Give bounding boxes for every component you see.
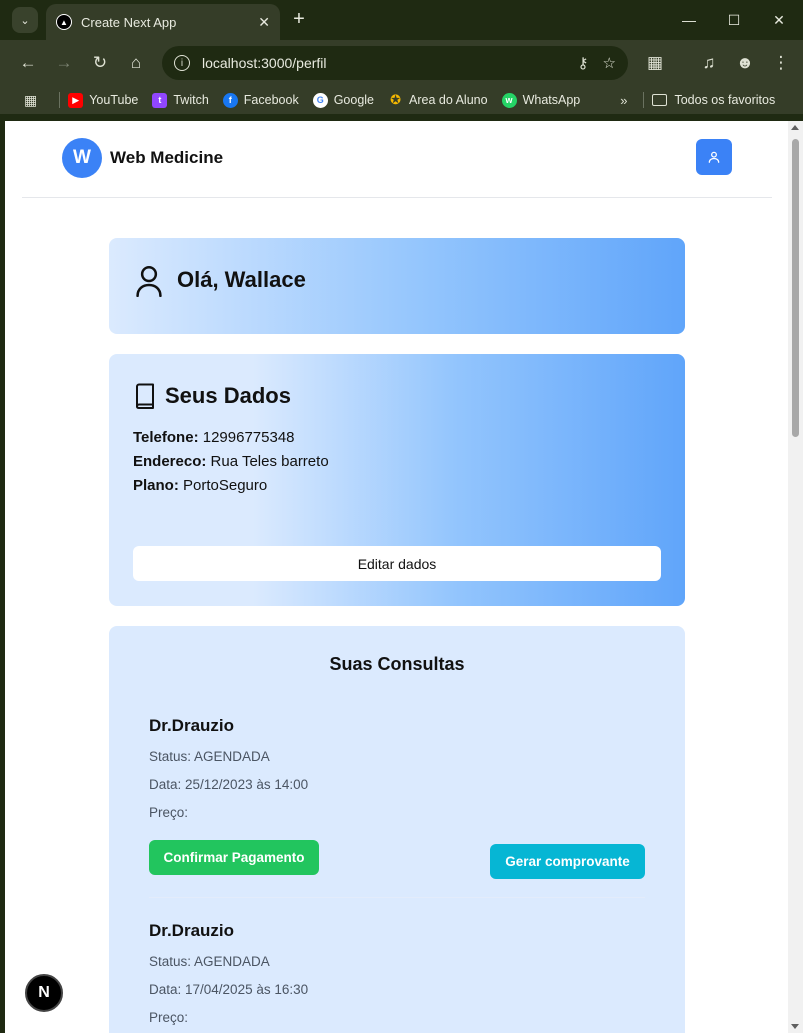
consultation-date: Data: 25/12/2023 às 14:00 [149,777,309,792]
bookmarks-bar: ▦ ▶ YouTube t Twitch f Facebook G Google… [0,86,803,114]
browser-tab-strip: ⌄ ▲ Create Next App ✕ + — ☐ ✕ [0,0,803,40]
star-icon: ✪ [390,92,401,107]
consultation-divider [149,897,645,898]
facebook-icon: f [222,92,238,108]
profile-button[interactable] [696,139,732,175]
greeting-text: Olá, Wallace [177,267,306,292]
google-icon: G [312,92,328,108]
password-key-icon[interactable]: ⚷ [578,54,589,72]
address-value: Rua Teles barreto [210,453,329,470]
site-info-icon[interactable]: i [174,55,190,71]
plan-value: PortoSeguro [183,477,268,494]
all-bookmarks-folder[interactable]: Todos os favoritos [652,93,775,107]
tab-search-button[interactable]: ⌄ [12,7,38,33]
scroll-thumb[interactable] [792,139,799,437]
bookmark-twitch[interactable]: t Twitch [152,92,209,108]
bookmark-area-do-aluno[interactable]: ✪ Area do Aluno [388,92,488,108]
reload-icon[interactable]: ↻ [88,51,112,75]
page-scrollbar[interactable] [788,121,803,1033]
bookmark-whatsapp[interactable]: w WhatsApp [501,92,581,108]
forward-arrow-icon[interactable]: → [52,51,76,75]
extensions-icon[interactable]: ▦ [643,51,667,75]
scroll-down-arrow-icon[interactable] [791,1024,799,1029]
folder-label: Todos os favoritos [674,93,776,107]
bookmark-youtube[interactable]: ▶ YouTube [68,92,139,108]
user-icon [708,151,720,163]
user-icon [136,266,162,297]
nextjs-dev-badge[interactable]: N [25,974,63,1012]
profile-data-card: Seus Dados Telefone: 12996775348 Enderec… [109,354,685,606]
bookmarks-divider [643,92,645,108]
phone-row: Telefone: 12996775348 [133,429,295,446]
bookmark-label: Facebook [243,93,299,107]
bookmark-label: Google [333,93,375,107]
folder-icon [652,94,668,106]
logo-badge[interactable]: W [62,138,102,178]
close-tab-icon[interactable]: ✕ [258,14,270,31]
browser-toolbar: ← → ↻ ⌂ i localhost:3000/perfil ⚷ ☆ ▦ ♫ … [0,40,803,86]
nextjs-favicon-icon: ▲ [56,14,72,30]
page-viewport: W Web Medicine Olá, Wallace Seus Dados T… [5,121,788,1033]
consultation-status: Status: AGENDADA [149,954,270,969]
new-tab-button[interactable]: + [288,8,310,31]
generate-receipt-button[interactable]: Gerar comprovante [490,844,645,879]
bookmark-label: WhatsApp [522,93,581,107]
bookmark-facebook[interactable]: f Facebook [222,92,299,108]
bookmark-google[interactable]: G Google [312,92,375,108]
confirm-payment-button[interactable]: Confirmar Pagamento [149,840,319,875]
consultation-price: Preço: [149,805,189,820]
home-icon[interactable]: ⌂ [124,51,148,75]
url-text[interactable]: localhost:3000/perfil [202,55,564,71]
app-header: W Web Medicine [22,121,772,198]
doctor-name: Dr.Drauzio [149,921,235,940]
profile-data-title: Seus Dados [165,383,291,408]
phone-label: Telefone: [133,429,199,446]
consultation-status: Status: AGENDADA [149,749,270,764]
plan-label: Plano: [133,477,179,494]
twitch-icon: t [152,92,168,108]
phone-value: 12996775348 [202,429,295,446]
consultations-card: Suas Consultas Dr.Drauzio Status: AGENDA… [109,626,685,1033]
tab-title: Create Next App [81,14,177,30]
bookmark-star-icon[interactable]: ☆ [603,54,616,72]
consultation-date: Data: 17/04/2025 às 16:30 [149,982,309,997]
more-bookmarks-icon[interactable]: » [620,93,627,108]
close-window-button[interactable]: ✕ [764,8,794,32]
back-arrow-icon[interactable]: ← [16,51,40,75]
consultation-price: Preço: [149,1010,189,1025]
consultations-title: Suas Consultas [329,654,465,674]
bookmark-label: Area do Aluno [409,93,488,107]
plan-row: Plano: PortoSeguro [133,477,267,494]
address-row: Endereco: Rua Teles barreto [133,453,329,470]
bookmarks-divider [59,92,61,108]
scroll-up-arrow-icon[interactable] [791,125,799,130]
apps-grid-icon[interactable]: ▦ [24,92,37,109]
maximize-button[interactable]: ☐ [719,8,749,32]
media-control-icon[interactable]: ♫ [697,51,721,75]
brand-name[interactable]: Web Medicine [110,148,223,168]
bookmark-label: Twitch [173,93,209,107]
chevron-down-icon: ⌄ [20,14,30,27]
doctor-name: Dr.Drauzio [149,716,235,735]
profile-avatar-icon[interactable]: ☻ [733,51,757,75]
bookmark-label: YouTube [89,93,139,107]
address-label: Endereco: [133,453,207,470]
youtube-icon: ▶ [68,92,84,108]
book-icon [136,383,154,409]
menu-kebab-icon[interactable]: ⋮ [769,51,793,75]
whatsapp-icon: w [501,92,517,108]
edit-data-button[interactable]: Editar dados [133,546,661,581]
browser-tab[interactable]: ▲ Create Next App ✕ [46,4,280,40]
address-bar[interactable]: i localhost:3000/perfil ⚷ ☆ [162,46,628,80]
minimize-button[interactable]: — [674,8,704,32]
greeting-card: Olá, Wallace [109,238,685,334]
